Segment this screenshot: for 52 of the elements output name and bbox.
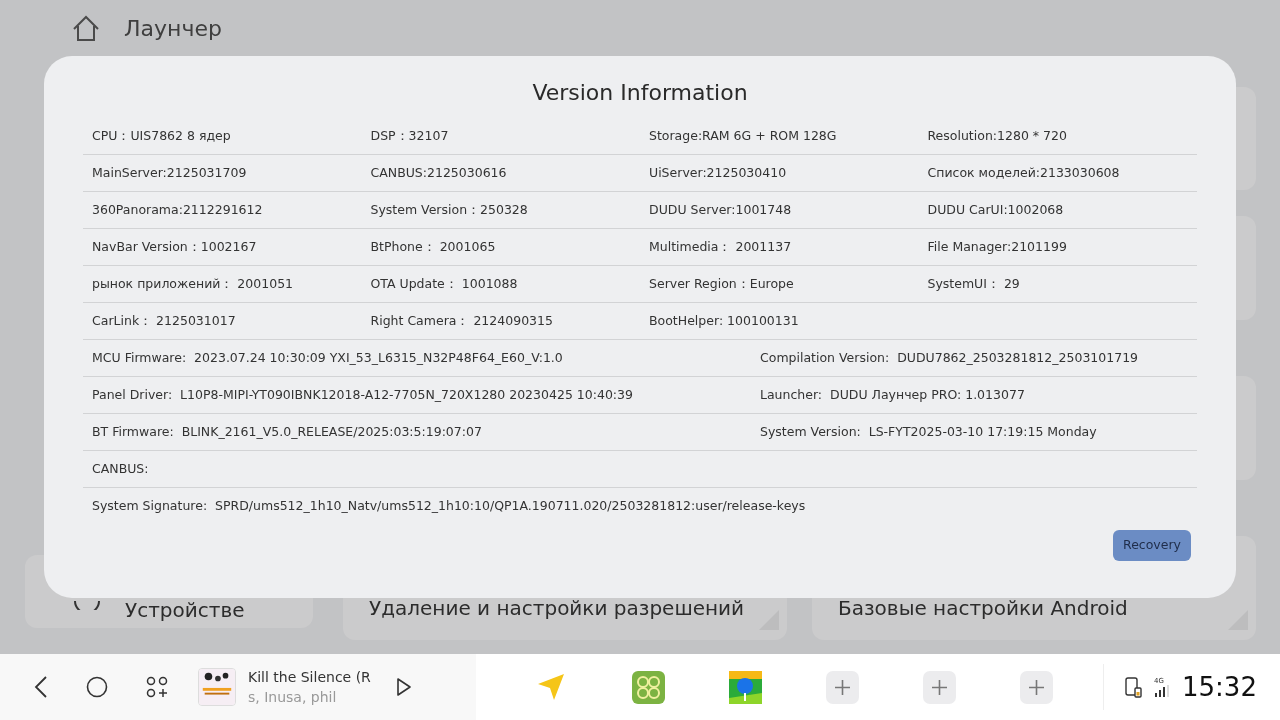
- info-cell-text: CPU：UIS7862 8 ядер: [91, 126, 232, 145]
- info-cell-text: DUDU CarUI:1002068: [926, 200, 1065, 219]
- info-cell-text: CANBUS:: [91, 459, 150, 478]
- apps-icon[interactable]: [146, 676, 168, 698]
- info-cell-text: DUDU Server:1001748: [648, 200, 793, 219]
- track-artist: s, Inusa, phil: [248, 687, 337, 707]
- info-cell-text: NavBar Version：1002167: [91, 237, 258, 256]
- back-icon[interactable]: [34, 676, 48, 698]
- info-cell-text: File Manager:2101199: [926, 237, 1068, 256]
- info-cell-text: BtPhone： 2001065: [369, 237, 497, 256]
- info-cell-text: System Version：250328: [369, 200, 529, 219]
- recovery-button[interactable]: Recovery: [1113, 530, 1191, 561]
- signal-icon: [1154, 684, 1170, 697]
- info-cell-text: рынок приложений： 2001051: [91, 274, 295, 293]
- info-cell-text: System Signature: SPRD/ums512_1h10_Natv/ums512_1h10:10/QP1A.190711.020/2503281812:user/release-keys: [91, 497, 807, 516]
- info-cell-text: BootHelper: 100100131: [648, 311, 800, 330]
- info-cell-text: MCU Firmware: 2023.07.24 10:30:09 YXI_53_L6315_N32P48F64_E60_V:1.0: [91, 348, 564, 367]
- phone-battery-icon: [1124, 676, 1144, 698]
- info-cell-text: Compilation Version: DUDU7862_2503281812_2503101719: [759, 348, 1140, 367]
- info-cell-text: 360Panorama:2112291612: [91, 200, 264, 219]
- info-cell-text: DSP：32107: [369, 126, 450, 145]
- info-cell-text: Список моделей:2133030608: [926, 163, 1121, 182]
- card-label: Базовые настройки Android: [838, 596, 1128, 620]
- add-icon[interactable]: [1020, 670, 1053, 704]
- card-label: Удаление и настройки разрешений: [369, 596, 745, 620]
- map-pin-icon[interactable]: [729, 670, 762, 704]
- info-cell-text: CarLink： 2125031017: [91, 311, 237, 330]
- info-cell-text: Storage:RAM 6G + ROM 128G: [648, 126, 838, 145]
- album-art: [198, 668, 236, 706]
- card-label: Устройстве: [125, 598, 245, 622]
- play-icon[interactable]: [396, 677, 412, 697]
- info-cell-text: UiServer:2125030410: [648, 163, 788, 182]
- info-cell-text: MainServer:2125031709: [91, 163, 248, 182]
- home-icon[interactable]: [86, 676, 108, 698]
- info-cell-text: Resolution:1280 * 720: [926, 126, 1068, 145]
- page-title: Лаунчер: [124, 15, 222, 43]
- clock: 15:32: [1182, 670, 1257, 704]
- info-cell-text: Multimedia： 2001137: [648, 237, 793, 256]
- info-cell-text: CANBUS:2125030616: [369, 163, 508, 182]
- info-cell-text: OTA Update： 1001088: [369, 274, 519, 293]
- dialog-title: Version Information: [531, 79, 749, 107]
- info-cell-text: Server Region：Europe: [648, 274, 795, 293]
- app-grid-icon[interactable]: [632, 670, 665, 704]
- info-cell-text: Panel Driver: L10P8-MIPI-YT090IBNK12018-A12-7705N_720X1280 20230425 10:40:39: [91, 385, 634, 404]
- info-cell-text: SystemUI： 29: [926, 274, 1021, 293]
- track-title: Kill the Silence (R: [248, 667, 371, 687]
- info-cell-text: Launcher: DUDU Лаунчер PRO: 1.013077: [759, 385, 1026, 404]
- info-cell-text: System Version: LS-FYT2025-03-10 17:19:15 Monday: [759, 422, 1098, 441]
- info-cell-text: BT Firmware: BLINK_2161_V5.0_RELEASE/2025:03:5:19:07:07: [91, 422, 483, 441]
- info-cell-text: Right Camera： 2124090315: [369, 311, 554, 330]
- add-icon[interactable]: [923, 670, 956, 704]
- add-icon[interactable]: [826, 670, 859, 704]
